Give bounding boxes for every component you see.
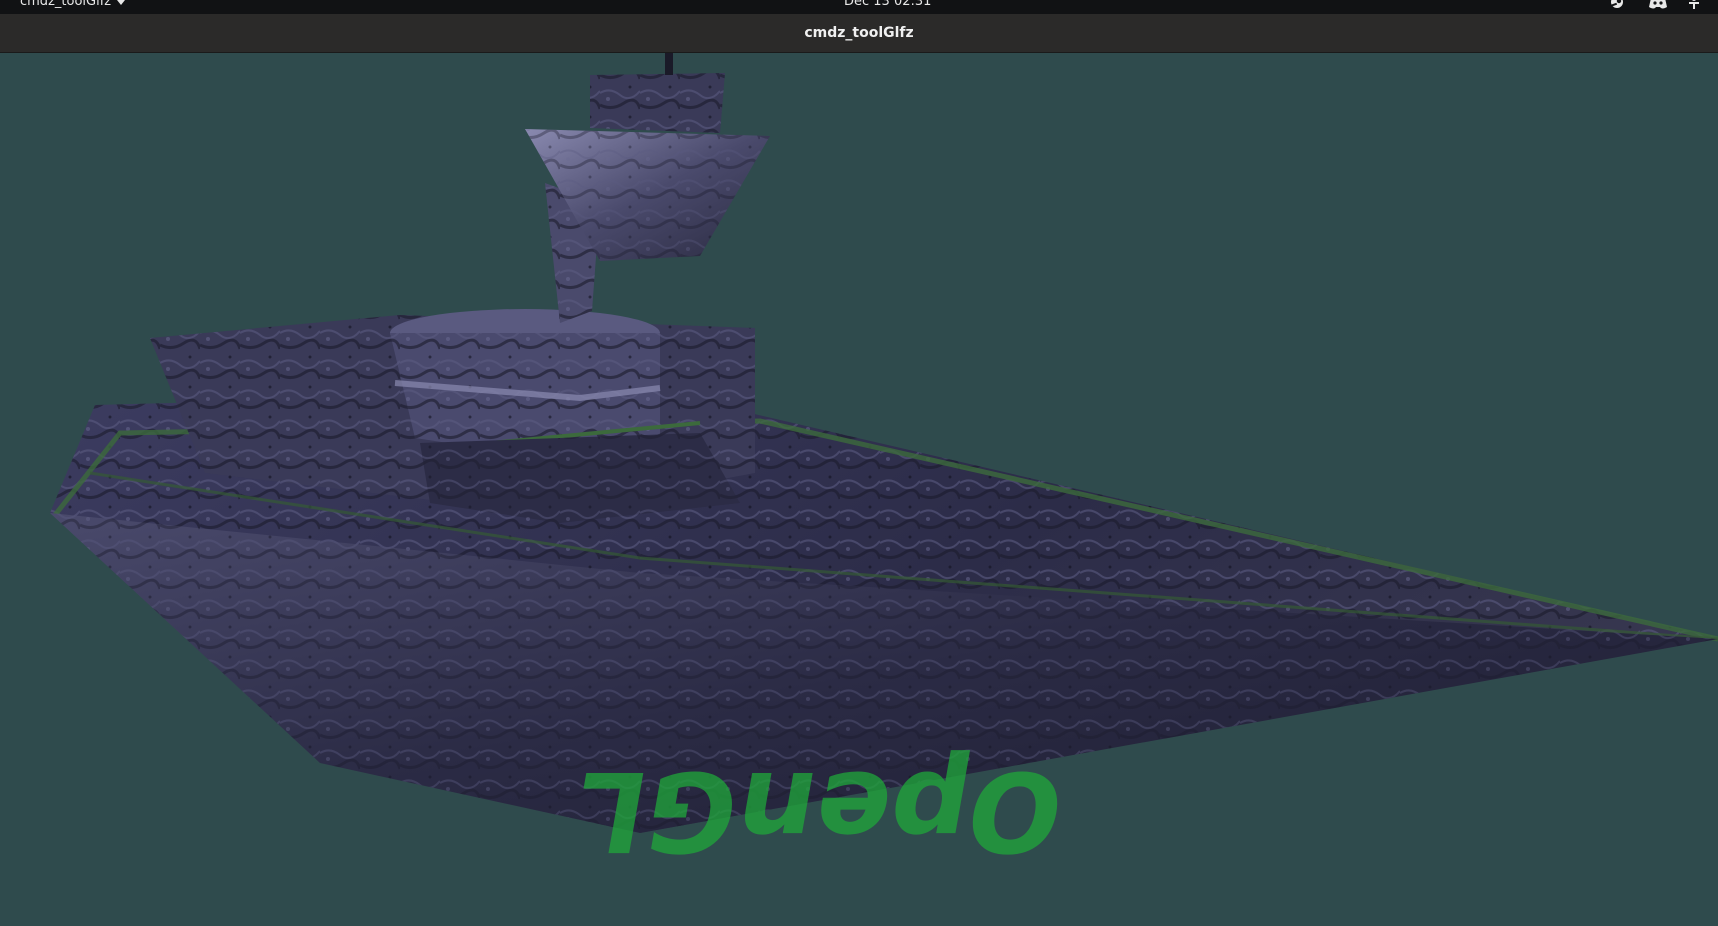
texture-label: OpenGL: [565, 746, 1073, 874]
window-title-bar[interactable]: cmdz_toolGlfz: [0, 14, 1718, 53]
app-menu[interactable]: cmdz_toolGlfz: [20, 0, 126, 9]
system-tray: [1608, 0, 1706, 10]
clock[interactable]: Dec 13 02:31: [844, 0, 931, 8]
discord-icon[interactable]: [1648, 0, 1667, 10]
tower: [525, 53, 770, 323]
ship-model-render: OpenGL: [50, 53, 1718, 874]
gl-viewport[interactable]: OpenGL: [0, 53, 1718, 926]
system-top-bar: cmdz_toolGlfz Dec 13 02:31: [0, 0, 1718, 14]
chevron-down-icon: [117, 0, 126, 5]
app-menu-label: cmdz_toolGlfz: [20, 0, 112, 9]
window-title: cmdz_toolGlfz: [804, 25, 914, 41]
accessibility-icon[interactable]: [1688, 0, 1706, 10]
steam-icon[interactable]: [1608, 0, 1626, 10]
